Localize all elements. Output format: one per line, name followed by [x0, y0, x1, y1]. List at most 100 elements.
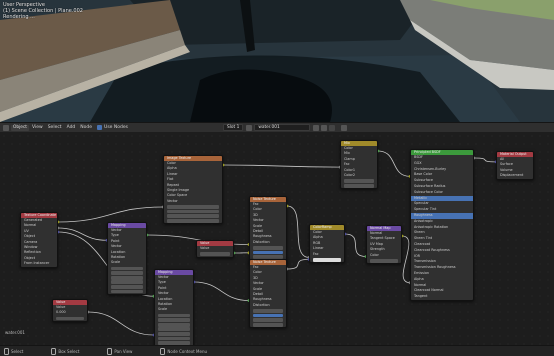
node-link	[287, 206, 309, 257]
node-link	[287, 259, 309, 269]
node-value-field[interactable]	[167, 210, 219, 214]
node-value-field[interactable]	[158, 332, 190, 336]
node-value-field[interactable]	[167, 214, 219, 218]
node-socket-row[interactable]: Value	[197, 246, 233, 251]
status-context-menu: Node Context Menu	[160, 348, 207, 355]
status-context-menu-label: Node Context Menu	[167, 349, 207, 354]
node-value1[interactable]: ValueValue0.000	[52, 299, 88, 322]
node-editor-icon[interactable]	[3, 125, 9, 131]
status-pan-view-label: Pan View	[114, 349, 132, 354]
node-editor-canvas[interactable]: Texture CoordinateGeneratedNormalUVObjec…	[0, 132, 554, 345]
node-socket-row[interactable]: Fac	[310, 252, 344, 257]
mouse-drag-icon	[51, 348, 56, 355]
node-mix[interactable]: MixColorMixClampFacColor1Color2	[340, 140, 378, 189]
node-socket-row[interactable]: Color	[367, 253, 401, 258]
node-link	[402, 236, 410, 283]
node-value-field[interactable]	[344, 184, 374, 188]
node-value-field[interactable]	[344, 179, 374, 183]
status-box-select-label: Box Select	[58, 349, 79, 354]
node-link	[378, 151, 410, 176]
object-type-label: Object	[13, 125, 27, 130]
node-value2[interactable]: ValueValue	[196, 240, 234, 258]
node-value-field[interactable]	[167, 205, 219, 209]
node-socket-row[interactable]: Scale	[155, 307, 193, 312]
viewport-scene	[0, 0, 554, 122]
node-value-field[interactable]	[158, 318, 190, 322]
material-slot-dropdown[interactable]: Slot 1	[223, 124, 243, 131]
fake-user-icon[interactable]	[313, 125, 319, 131]
node-socket-row[interactable]: Distortion	[250, 303, 286, 308]
node-value-field[interactable]	[253, 246, 283, 250]
node-value-field[interactable]	[253, 309, 283, 313]
node-link	[345, 234, 366, 256]
node-image[interactable]: Image TextureColorAlphaLinearFlatRepeatS…	[163, 155, 223, 224]
status-box-select: Box Select	[51, 348, 79, 355]
node-value-field[interactable]	[56, 317, 84, 321]
node-value-field[interactable]	[111, 285, 143, 289]
use-nodes-label: Use Nodes	[104, 125, 128, 130]
node-value-field[interactable]	[111, 267, 143, 271]
use-nodes-checkbox[interactable]	[97, 125, 102, 130]
node-value-field[interactable]	[158, 314, 190, 318]
mouse-middle-icon	[107, 348, 112, 355]
node-link	[58, 228, 107, 240]
node-value-field[interactable]	[111, 276, 143, 280]
node-value-field[interactable]	[158, 323, 190, 327]
viewport-render-status: Rendering ...	[3, 14, 35, 20]
status-pan-view: Pan View	[107, 348, 132, 355]
mouse-left-icon	[4, 348, 9, 355]
node-mapping1[interactable]: MappingVectorTypePointVectorLocationRota…	[107, 222, 147, 295]
status-bar: Select Box Select Pan View Node Context …	[0, 345, 554, 356]
node-value-field[interactable]	[111, 271, 143, 275]
node-value-field[interactable]	[253, 314, 283, 318]
material-name-field[interactable]: water.001	[254, 124, 310, 131]
node-link	[88, 312, 154, 335]
node-colorramp[interactable]: ColorRampColorAlphaRGBLinearFac	[309, 224, 345, 263]
pin-icon[interactable]	[341, 125, 347, 131]
node-value-field[interactable]	[313, 258, 341, 262]
menu-select[interactable]: Select	[48, 125, 62, 130]
menu-view[interactable]: View	[32, 125, 43, 130]
node-bump[interactable]: Normal MapNormalTangent SpaceUV MapStren…	[366, 225, 402, 264]
node-socket-row[interactable]: Vector	[164, 199, 222, 204]
node-value-field[interactable]	[253, 318, 283, 322]
node-noise1[interactable]: Noise TextureFacColor3DVectorScaleDetail…	[249, 196, 287, 265]
menu-add[interactable]: Add	[67, 125, 76, 130]
node-socket-row[interactable]: Scale	[108, 260, 146, 265]
node-value-field[interactable]	[158, 327, 190, 331]
node-socket-row[interactable]: Color2	[341, 173, 377, 178]
node-value-field[interactable]	[253, 251, 283, 255]
node-link	[474, 158, 496, 162]
node-value-field[interactable]	[200, 252, 230, 256]
node-output[interactable]: Material OutputAllSurfaceVolumeDisplacem…	[496, 151, 534, 180]
mouse-right-icon	[160, 348, 165, 355]
node-value-field[interactable]	[111, 280, 143, 284]
material-browse-icon[interactable]	[246, 125, 252, 131]
unlink-icon[interactable]	[329, 125, 335, 131]
node-value-field[interactable]	[167, 219, 219, 223]
node-socket-row[interactable]: From Instancer	[21, 261, 57, 266]
status-select-label: Select	[11, 349, 23, 354]
node-value-field[interactable]	[158, 337, 190, 341]
node-value-field[interactable]	[253, 323, 283, 327]
3d-viewport[interactable]: User Perspective (1) Scene Collection | …	[0, 0, 554, 122]
node-socket-row[interactable]: Displacement	[497, 173, 533, 178]
menu-node[interactable]: Node	[80, 125, 92, 130]
node-mapping2[interactable]: MappingVectorTypePointVectorLocationRota…	[154, 269, 194, 345]
node-socket-row[interactable]: Distortion	[250, 240, 286, 245]
node-link	[58, 207, 163, 222]
status-select: Select	[4, 348, 23, 355]
node-value-field[interactable]	[370, 259, 398, 263]
node-noise2[interactable]: Noise TextureFacColor3DVectorScaleDetail…	[249, 259, 287, 328]
material-slot-label: Slot 1	[227, 125, 239, 130]
object-type-dropdown[interactable]: Object	[11, 125, 29, 131]
node-socket-row[interactable]: Tangent	[411, 294, 473, 300]
node-texcoord[interactable]: Texture CoordinateGeneratedNormalUVObjec…	[20, 212, 58, 268]
node-link	[223, 165, 340, 167]
editor-material-label: water.001	[5, 330, 25, 335]
node-link	[194, 282, 249, 301]
duplicate-material-icon[interactable]	[321, 125, 327, 131]
node-socket-row[interactable]: 0.000	[53, 310, 87, 315]
node-bsdf[interactable]: Principled BSDFBSDFGGXChristensen-Burley…	[410, 149, 474, 301]
node-value-field[interactable]	[111, 290, 143, 294]
